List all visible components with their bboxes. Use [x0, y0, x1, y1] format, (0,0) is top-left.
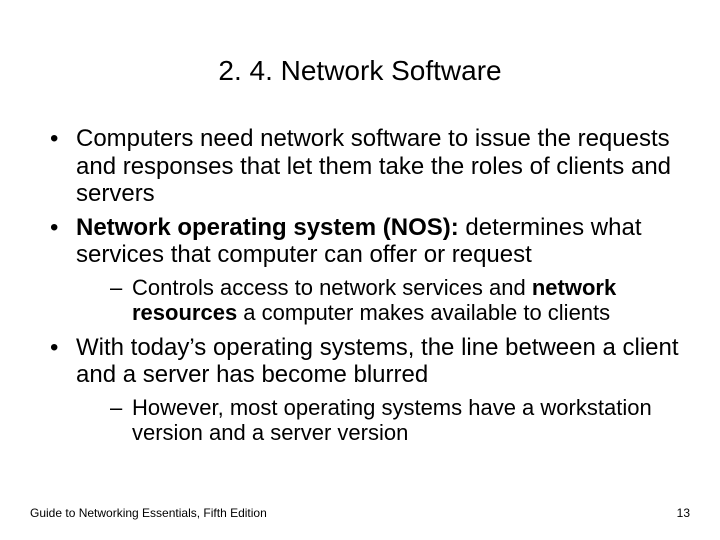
slide-title: 2. 4. Network Software: [30, 55, 690, 87]
bullet-item: Network operating system (NOS): determin…: [40, 214, 690, 326]
bullet-item: Computers need network software to issue…: [40, 125, 690, 208]
bullet-list: Computers need network software to issue…: [30, 125, 690, 445]
sub-bullet-text: Controls access to network services and: [132, 275, 532, 300]
sub-bullet-text: However, most operating systems have a w…: [132, 395, 652, 445]
sub-bullet-list: However, most operating systems have a w…: [76, 395, 690, 446]
sub-bullet-list: Controls access to network services and …: [76, 275, 690, 326]
sub-bullet-item: Controls access to network services and …: [104, 275, 690, 326]
page-number: 13: [677, 506, 690, 520]
bullet-item: With today’s operating systems, the line…: [40, 334, 690, 446]
footer-source: Guide to Networking Essentials, Fifth Ed…: [30, 506, 267, 520]
sub-bullet-item: However, most operating systems have a w…: [104, 395, 690, 446]
bullet-text: Computers need network software to issue…: [76, 125, 671, 207]
sub-bullet-text: a computer makes available to clients: [237, 300, 610, 325]
slide: 2. 4. Network Software Computers need ne…: [0, 0, 720, 540]
bullet-text: With today’s operating systems, the line…: [76, 334, 679, 389]
bullet-bold-text: Network operating system (NOS):: [76, 214, 465, 241]
